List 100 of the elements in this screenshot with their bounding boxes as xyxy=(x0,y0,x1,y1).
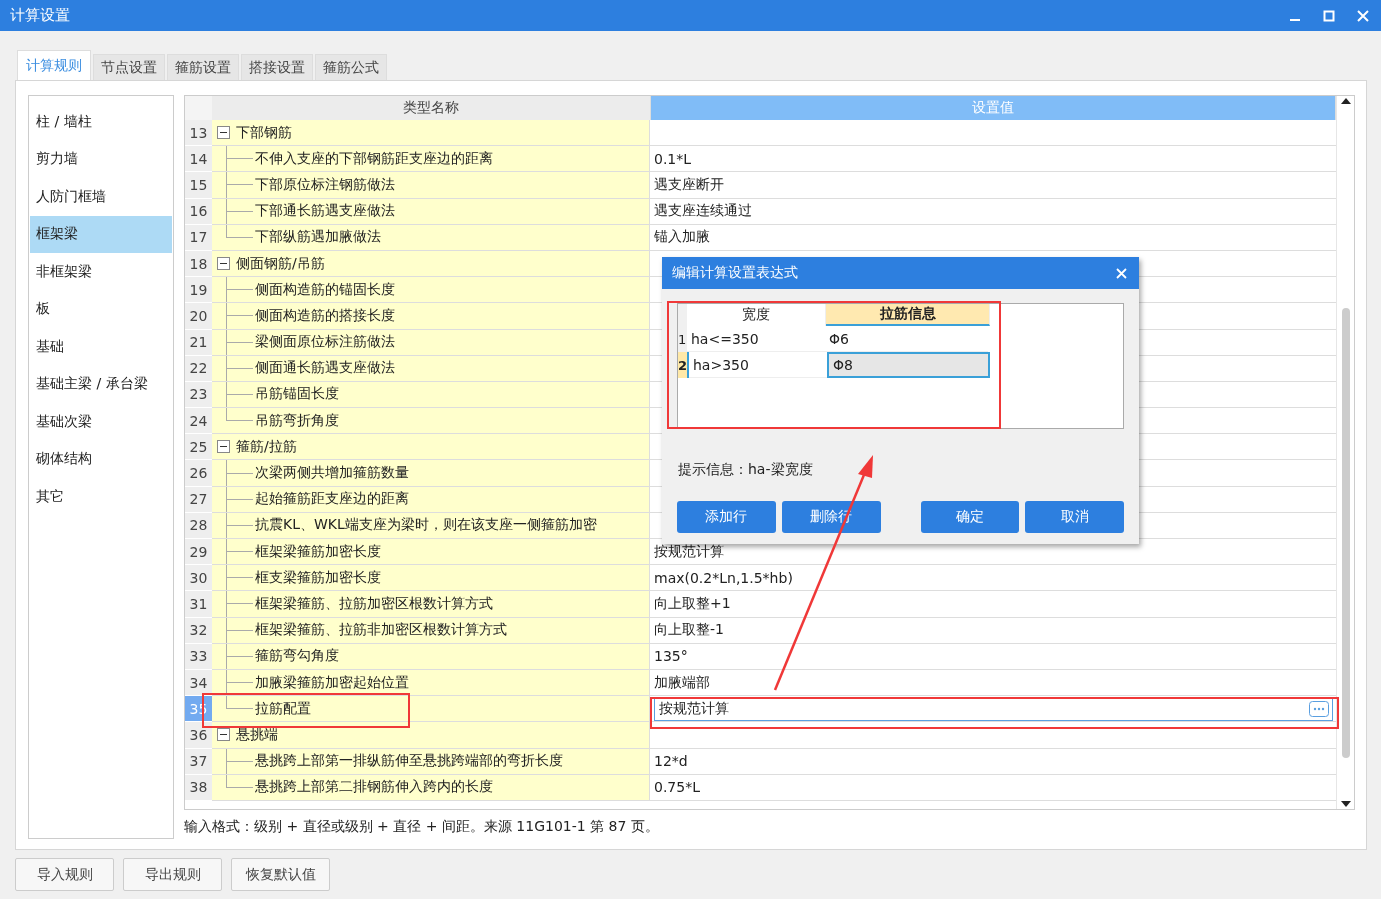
setting-name: 次梁两侧共增加箍筋数量 xyxy=(255,464,409,483)
setting-name: 侧面钢筋/吊筋 xyxy=(236,254,325,273)
category-item[interactable]: 砌体结构 xyxy=(30,440,172,478)
collapse-icon[interactable] xyxy=(217,440,230,454)
category-item[interactable]: 剪力墙 xyxy=(30,140,172,178)
setting-value: 加腋端部 xyxy=(654,673,710,692)
table-cell[interactable]: ha<=350 xyxy=(687,326,825,352)
row-number: 30 xyxy=(185,565,212,592)
setting-value: 遇支座连续通过 xyxy=(654,202,752,221)
setting-name: 框架梁箍筋、拉筋加密区根数计算方式 xyxy=(255,594,493,613)
setting-name: 下部钢筋 xyxy=(236,123,292,142)
row-number: 25 xyxy=(185,434,212,461)
tab[interactable]: 箍筋公式 xyxy=(315,54,387,80)
category-item[interactable]: 其它 xyxy=(30,478,172,516)
setting-name: 侧面构造筋的搭接长度 xyxy=(255,306,395,325)
setting-value: 按规范计算 xyxy=(654,542,724,561)
dialog-title: 编辑计算设置表达式 xyxy=(672,264,798,282)
tab[interactable]: 计算规则 xyxy=(17,50,91,80)
scroll-up-icon[interactable] xyxy=(1340,98,1351,104)
scrollbar[interactable] xyxy=(1336,96,1354,809)
row-number: 32 xyxy=(185,617,212,644)
row-number: 38 xyxy=(185,774,212,801)
setting-name: 吊筋弯折角度 xyxy=(255,411,339,430)
setting-name: 侧面构造筋的锚固长度 xyxy=(255,280,395,299)
row-number: 17 xyxy=(185,224,212,251)
value-field[interactable]: 按规范计算 xyxy=(654,696,1333,721)
setting-name: 框架梁箍筋、拉筋非加密区根数计算方式 xyxy=(255,621,507,640)
maximize-icon[interactable] xyxy=(1323,9,1335,22)
setting-name: 不伸入支座的下部钢筋距支座边的距离 xyxy=(255,149,493,168)
setting-value: 遇支座断开 xyxy=(654,175,724,194)
action-button[interactable]: 导出规则 xyxy=(123,858,222,891)
row-number: 31 xyxy=(185,591,212,618)
setting-value: 12*d xyxy=(654,753,688,770)
category-item[interactable]: 柱 / 墙柱 xyxy=(30,103,172,141)
setting-name: 起始箍筋距支座边的距离 xyxy=(255,490,409,509)
setting-value: 锚入加腋 xyxy=(654,228,710,247)
category-item[interactable]: 框架梁 xyxy=(30,215,172,253)
dialog-button[interactable]: 确定 xyxy=(920,501,1020,533)
table-cell[interactable]: Φ8 xyxy=(827,352,990,378)
setting-value: 0.75*L xyxy=(654,779,700,796)
setting-name: 吊筋锚固长度 xyxy=(255,385,339,404)
dialog-button[interactable]: 添加行 xyxy=(677,501,776,533)
row-number: 37 xyxy=(185,748,212,775)
row-number: 36 xyxy=(185,722,212,749)
dialog-hint: 提示信息：ha-梁宽度 xyxy=(677,460,814,479)
close-icon[interactable] xyxy=(1116,267,1127,279)
window-title: 计算设置 xyxy=(10,6,70,25)
row-number: 18 xyxy=(185,250,212,278)
collapse-icon[interactable] xyxy=(217,728,230,742)
tab[interactable]: 节点设置 xyxy=(93,54,165,80)
row-number: 21 xyxy=(185,329,212,356)
row-number: 16 xyxy=(185,198,212,225)
setting-name: 框支梁箍筋加密长度 xyxy=(255,568,381,587)
ellipsis-icon[interactable] xyxy=(1309,700,1329,717)
category-item[interactable]: 基础 xyxy=(30,328,172,366)
corner-header xyxy=(185,96,212,120)
column-header[interactable]: 拉筋信息 xyxy=(826,304,990,326)
category-item[interactable]: 非框架梁 xyxy=(30,253,172,291)
setting-name: 下部原位标注钢筋做法 xyxy=(255,175,395,194)
row-number: 13 xyxy=(185,120,212,147)
setting-name: 下部纵筋遇加腋做法 xyxy=(255,228,381,247)
setting-name: 拉筋配置 xyxy=(255,699,311,718)
action-button[interactable]: 导入规则 xyxy=(15,858,114,891)
setting-value: 135° xyxy=(654,648,688,665)
setting-value: 向上取整-1 xyxy=(654,621,724,640)
setting-name: 侧面通长筋遇支座做法 xyxy=(255,359,395,378)
close-icon[interactable] xyxy=(1357,9,1369,22)
setting-name: 框架梁箍筋加密长度 xyxy=(255,542,381,561)
category-item[interactable]: 基础次梁 xyxy=(30,403,172,441)
row-number: 26 xyxy=(185,460,212,487)
corner-header xyxy=(678,304,687,326)
setting-value: 0.1*L xyxy=(654,150,692,167)
setting-name: 抗震KL、WKL端支座为梁时，则在该支座一侧箍筋加密 xyxy=(255,516,597,535)
setting-name: 悬挑跨上部第一排纵筋伸至悬挑跨端部的弯折长度 xyxy=(255,752,563,771)
row-number: 22 xyxy=(185,355,212,382)
setting-name: 悬挑端 xyxy=(236,725,278,744)
tab[interactable]: 箍筋设置 xyxy=(167,54,239,80)
input-format-hint: 输入格式：级别 + 直径或级别 + 直径 + 间距。来源 11G101-1 第 87 页。 xyxy=(184,817,660,836)
row-number: 24 xyxy=(185,408,212,435)
collapse-icon[interactable] xyxy=(217,257,230,271)
tab[interactable]: 搭接设置 xyxy=(241,54,313,80)
row-number: 1 xyxy=(678,326,687,352)
setting-name: 加腋梁箍筋加密起始位置 xyxy=(255,673,409,692)
setting-name: 箍筋弯勾角度 xyxy=(255,647,339,666)
category-item[interactable]: 板 xyxy=(30,290,172,328)
action-button[interactable]: 恢复默认值 xyxy=(231,858,330,891)
row-number: 20 xyxy=(185,303,212,330)
row-number: 23 xyxy=(185,381,212,409)
row-number: 14 xyxy=(185,146,212,173)
row-number: 27 xyxy=(185,486,212,513)
dialog-button[interactable]: 取消 xyxy=(1025,501,1124,533)
row-number: 19 xyxy=(185,277,212,304)
category-item[interactable]: 人防门框墙 xyxy=(30,178,172,216)
row-number: 29 xyxy=(185,539,212,566)
scroll-down-icon[interactable] xyxy=(1340,801,1351,807)
collapse-icon[interactable] xyxy=(217,126,230,140)
setting-name: 梁侧面原位标注筋做法 xyxy=(255,333,395,352)
column-header[interactable]: 类型名称 xyxy=(212,96,651,120)
category-item[interactable]: 基础主梁 / 承台梁 xyxy=(30,365,172,403)
setting-value: max(0.2*Ln,1.5*hb) xyxy=(654,569,793,586)
